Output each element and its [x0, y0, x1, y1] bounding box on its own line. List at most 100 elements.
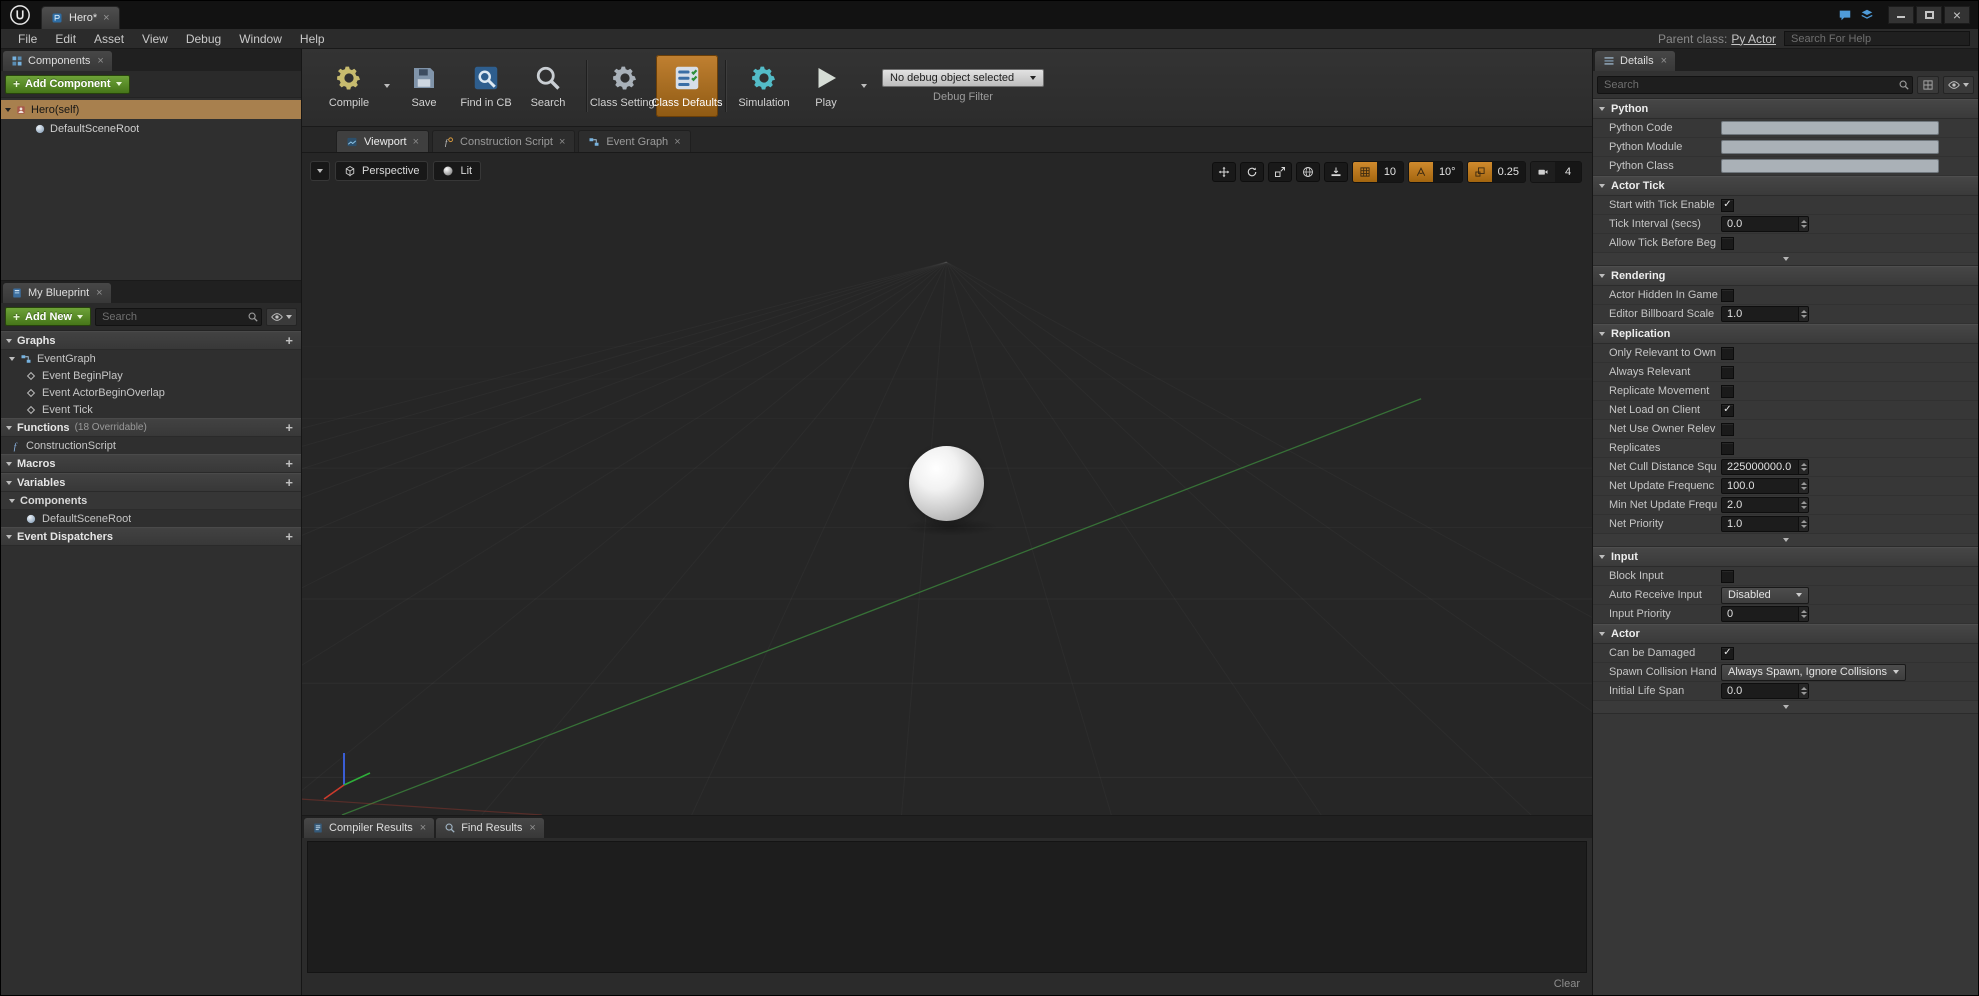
close-tab-icon[interactable] — [529, 822, 535, 834]
input-priority-field[interactable]: 0 — [1721, 606, 1809, 622]
viewport-options-button[interactable] — [310, 161, 330, 181]
always-relevant-checkbox[interactable] — [1721, 365, 1734, 379]
tab-compiler-results[interactable]: Compiler Results — [304, 818, 435, 838]
grid-snap-button[interactable] — [1352, 162, 1377, 182]
expander-caret-icon[interactable] — [5, 107, 11, 112]
category-input[interactable]: Input — [1593, 547, 1978, 567]
asset-tab-hero[interactable]: Hero* — [41, 6, 120, 29]
help-search-input[interactable] — [1784, 31, 1970, 46]
spinner-icon[interactable] — [1798, 307, 1808, 321]
net-load-on-client-checkbox[interactable] — [1721, 403, 1734, 417]
spinner-icon[interactable] — [1798, 684, 1808, 698]
camera-speed-button[interactable] — [1531, 162, 1555, 182]
maximize-button[interactable] — [1916, 6, 1942, 24]
initial-life-span-field[interactable]: 0.0 — [1721, 683, 1809, 699]
start-with-tick-enable-checkbox[interactable] — [1721, 198, 1734, 212]
expander-caret-icon[interactable] — [9, 498, 15, 503]
spinner-icon[interactable] — [1798, 517, 1808, 531]
only-relevant-to-own-checkbox[interactable] — [1721, 346, 1734, 360]
display-filter-button[interactable] — [1943, 75, 1974, 94]
expand-advanced-button[interactable] — [1593, 253, 1978, 266]
net-priority-field[interactable]: 1.0 — [1721, 516, 1809, 532]
close-tab-icon[interactable] — [97, 55, 103, 67]
category-rendering[interactable]: Rendering — [1593, 266, 1978, 286]
close-tab-icon[interactable] — [413, 136, 419, 148]
simulation-button[interactable]: Simulation — [733, 55, 795, 117]
add-functions-button[interactable] — [282, 420, 296, 435]
replicates-checkbox[interactable] — [1721, 441, 1734, 455]
component-item-defaultsceneroot[interactable]: DefaultSceneRoot — [1, 119, 301, 138]
minimize-button[interactable] — [1888, 6, 1914, 24]
expand-advanced-button[interactable] — [1593, 701, 1978, 714]
section-variables[interactable]: Variables — [1, 473, 301, 492]
close-tab-icon[interactable] — [420, 822, 426, 834]
tab-my-blueprint[interactable]: My Blueprint — [3, 283, 111, 303]
section-event-dispatchers[interactable]: Event Dispatchers — [1, 527, 301, 546]
world-button[interactable] — [1295, 162, 1320, 182]
close-tab-icon[interactable] — [1661, 55, 1667, 67]
class-defaults-button[interactable]: Class Defaults — [652, 54, 722, 117]
editor-tab-viewport[interactable]: Viewport — [336, 130, 430, 152]
python-module-input[interactable] — [1721, 140, 1939, 154]
viewport[interactable]: Perspective Lit 10 10° 0.25 4 — [302, 153, 1592, 815]
add-macros-button[interactable] — [282, 456, 296, 471]
tab-components[interactable]: Components — [3, 51, 112, 71]
menu-window[interactable]: Window — [230, 31, 291, 47]
category-actor-tick[interactable]: Actor Tick — [1593, 176, 1978, 196]
grid-snap-value[interactable]: 10 — [1376, 162, 1403, 182]
net-cull-distance-squ-field[interactable]: 225000000.0 — [1721, 459, 1809, 475]
menu-asset[interactable]: Asset — [85, 31, 133, 47]
blueprint-item-event-actorbeginoverlap[interactable]: Event ActorBeginOverlap — [1, 384, 301, 401]
visibility-filter-button[interactable] — [266, 307, 297, 326]
details-search-input[interactable] — [1597, 75, 1913, 94]
section-functions[interactable]: Functions (18 Overridable) — [1, 418, 301, 437]
blueprint-item-constructionscript[interactable]: f ConstructionScript — [1, 437, 301, 454]
compile-button[interactable]: Compile — [318, 55, 380, 117]
search-button[interactable]: Search — [517, 55, 579, 117]
menu-help[interactable]: Help — [291, 31, 334, 47]
blueprint-item-eventgraph[interactable]: EventGraph — [1, 350, 301, 367]
category-actor[interactable]: Actor — [1593, 624, 1978, 644]
add-variables-button[interactable] — [282, 475, 296, 490]
editor-tab-construction-script[interactable]: f Construction Script — [432, 130, 576, 152]
close-tab-icon[interactable] — [559, 136, 565, 148]
menu-debug[interactable]: Debug — [177, 31, 230, 47]
menu-file[interactable]: File — [9, 31, 46, 47]
save-button[interactable]: Save — [393, 55, 455, 117]
can-be-damaged-checkbox[interactable] — [1721, 646, 1734, 660]
category-python[interactable]: Python — [1593, 99, 1978, 119]
source-control-icon[interactable] — [1860, 8, 1874, 22]
component-item-hero-self[interactable]: Hero(self) — [1, 100, 301, 119]
replicate-movement-checkbox[interactable] — [1721, 384, 1734, 398]
spinner-icon[interactable] — [1798, 479, 1808, 493]
tab-details[interactable]: Details — [1595, 51, 1676, 71]
perspective-dropdown[interactable]: Perspective — [335, 161, 429, 181]
python-code-input[interactable] — [1721, 121, 1939, 135]
scale-button[interactable] — [1267, 162, 1292, 182]
compile-options-dropdown[interactable] — [380, 55, 393, 117]
sphere-actor[interactable] — [909, 446, 984, 521]
blueprint-item-event-beginplay[interactable]: Event BeginPlay — [1, 367, 301, 384]
blueprint-item-defaultsceneroot[interactable]: DefaultSceneRoot — [1, 510, 301, 527]
play-options-dropdown[interactable] — [857, 55, 870, 117]
my-blueprint-search-input[interactable] — [95, 307, 262, 326]
min-net-update-frequ-field[interactable]: 2.0 — [1721, 497, 1809, 513]
spinner-icon[interactable] — [1798, 498, 1808, 512]
parent-class-link[interactable]: Py Actor — [1731, 32, 1776, 46]
play-button[interactable]: Play — [795, 55, 857, 117]
add-event-dispatchers-button[interactable] — [282, 529, 296, 544]
auto-receive-input-dropdown[interactable]: Disabled — [1721, 586, 1809, 604]
rotate-button[interactable] — [1239, 162, 1264, 182]
spinner-icon[interactable] — [1798, 217, 1808, 231]
spinner-icon[interactable] — [1798, 607, 1808, 621]
class-settings-button[interactable]: Class Settings — [590, 55, 660, 117]
blueprint-item-components[interactable]: Components — [1, 492, 301, 510]
surface-snap-button[interactable] — [1323, 162, 1348, 182]
python-class-input[interactable] — [1721, 159, 1939, 173]
property-matrix-button[interactable] — [1917, 75, 1939, 94]
rotation-snap-value[interactable]: 10° — [1432, 162, 1462, 182]
tab-find-results[interactable]: Find Results — [436, 818, 544, 838]
tick-interval-secs-field[interactable]: 0.0 — [1721, 216, 1809, 232]
net-use-owner-relev-checkbox[interactable] — [1721, 422, 1734, 436]
camera-speed-value[interactable]: 4 — [1555, 162, 1581, 182]
